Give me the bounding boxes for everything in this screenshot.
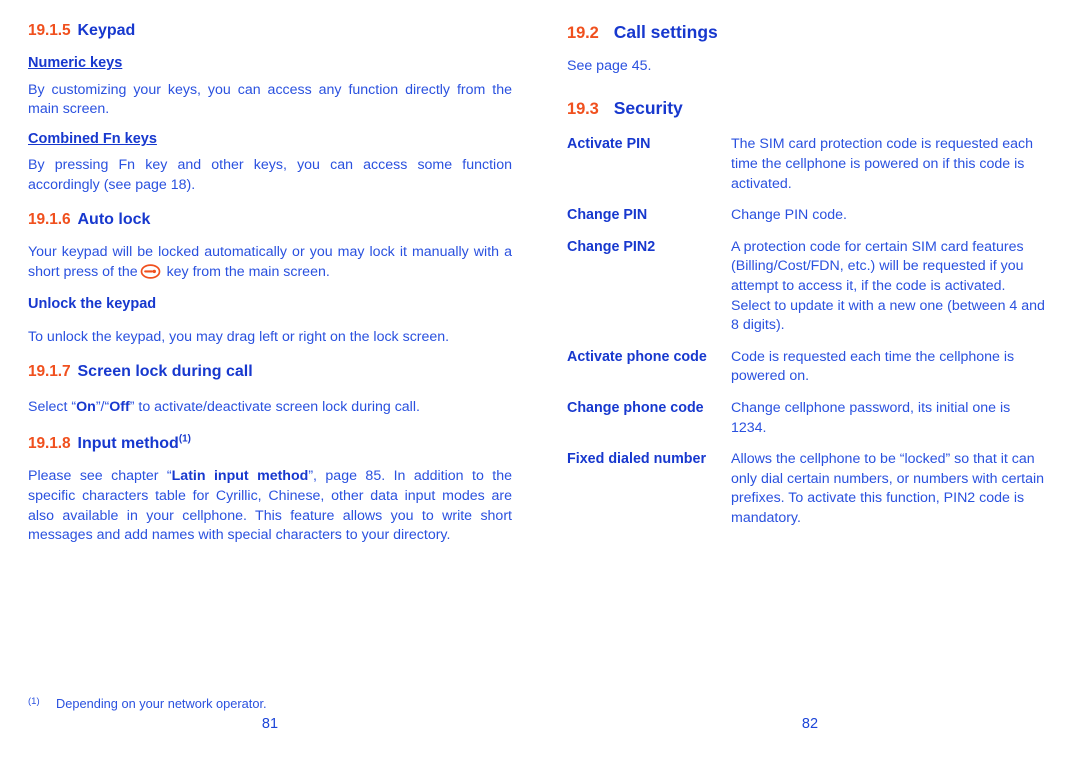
section-19-1-5: 19.1.5 Keypad Numeric keys By customizing… (28, 22, 512, 196)
table-row: Change PIN2 A protection code for certai… (567, 238, 1047, 348)
subheading-unlock-the-keypad: Unlock the keypad (28, 296, 157, 313)
section-19-3: 19.3 Security Activate PIN The SIM card p… (567, 98, 1047, 541)
section-title: Auto lock (77, 210, 151, 228)
paragraph-call-settings: See page 45. (567, 58, 652, 75)
paragraph-numeric-keys: By customizing your keys, you can access… (28, 81, 512, 118)
section-19-2: 19.2 Call settings See page 45. (567, 22, 1047, 77)
definition-term: Change PIN2 (567, 238, 656, 255)
section-heading: 19.1.8 Input method(1) (28, 433, 512, 453)
section-title: Input method (77, 435, 179, 453)
definition-term: Fixed dialed number (567, 451, 707, 468)
lock-key-icon (140, 263, 161, 279)
footnote: (1) Depending on your network operator. (28, 696, 267, 711)
document-page: 19.1.5 Keypad Numeric keys By customizing… (0, 0, 1080, 767)
section-title: Security (613, 97, 683, 118)
definition-term: Activate PIN (567, 136, 651, 153)
text-seg-latin-input-method: Latin input method (171, 468, 309, 485)
section-19-1-8: 19.1.8 Input method(1) Please see chapter… (28, 433, 512, 546)
section-number: 19.1.5 (28, 22, 71, 39)
table-row: Activate PIN The SIM card protection cod… (567, 135, 1047, 206)
paragraph-screen-lock: Select “On”/“Off” to activate/deactivate… (28, 398, 512, 418)
text-seg: ”/“ (95, 398, 110, 415)
text-seg: Select “ (28, 398, 77, 415)
section-title: Keypad (77, 22, 136, 39)
paragraph-combined-fn-keys: By pressing Fn key and other keys, you c… (28, 157, 512, 193)
section-number: 19.1.6 (28, 210, 71, 228)
section-title: Screen lock during call (77, 363, 253, 381)
section-heading: 19.1.7 Screen lock during call (28, 363, 512, 381)
section-heading: 19.1.6 Auto lock (28, 211, 512, 229)
definition-description: Change cellphone password, its initial o… (731, 400, 1011, 436)
text-seg: Please see chapter “ (28, 468, 172, 485)
footnote-text: Depending on your network operator. (56, 696, 267, 711)
subheading-combined-fn-keys: Combined Fn keys (28, 130, 157, 147)
paragraph-input-method: Please see chapter “Latin input method”,… (28, 467, 512, 545)
footnote-marker: (1) (178, 433, 191, 445)
definition-term: Change PIN (567, 207, 648, 224)
section-19-1-6: 19.1.6 Auto lock Your keypad will be lock… (28, 211, 512, 348)
page-number-left: 81 (261, 716, 279, 732)
security-definition-table: Activate PIN The SIM card protection cod… (567, 135, 1047, 540)
subheading-numeric-keys: Numeric keys (28, 55, 123, 72)
footnote-marker: (1) (28, 696, 40, 707)
definition-term: Change phone code (567, 400, 704, 417)
section-number: 19.2 (567, 24, 599, 42)
section-heading: 19.3 Security (567, 98, 1047, 119)
table-row: Activate phone code Code is requested ea… (567, 348, 1047, 399)
table-row: Change phone code Change cellphone passw… (567, 399, 1047, 450)
right-page-column: 19.2 Call settings See page 45. 19.3 Secur… (567, 0, 1047, 541)
definition-description: Allows the cellphone to be “locked” so t… (731, 451, 1045, 526)
section-number: 19.1.8 (28, 435, 71, 453)
text-seg: ” to activate/deactivate screen lock dur… (129, 398, 420, 415)
paragraph-auto-lock: Your keypad will be locked automatically… (28, 243, 512, 282)
definition-description: Code is requested each time the cellphon… (731, 348, 1015, 385)
section-19-1-7: 19.1.7 Screen lock during call Select “On… (28, 363, 512, 417)
section-title: Call settings (613, 22, 718, 42)
paragraph-auto-lock-after: key from the main screen. (166, 263, 330, 280)
definition-description: The SIM card protection code is requeste… (731, 136, 1034, 192)
table-row: Fixed dialed number Allows the cellphone… (567, 450, 1047, 540)
definition-description: Change PIN code. (731, 207, 847, 224)
paragraph-unlock-the-keypad: To unlock the keypad, you may drag left … (28, 328, 450, 345)
definition-description: A protection code for certain SIM card f… (731, 238, 1045, 334)
section-number: 19.1.7 (28, 363, 71, 381)
page-number-right: 82 (801, 716, 819, 732)
definition-term: Activate phone code (567, 348, 707, 365)
left-page-column: 19.1.5 Keypad Numeric keys By customizing… (28, 0, 512, 546)
section-heading: 19.1.5 Keypad (28, 22, 512, 40)
section-number: 19.3 (567, 99, 599, 118)
text-seg-off: Off (109, 398, 130, 415)
table-row: Change PIN Change PIN code. (567, 206, 1047, 238)
section-heading: 19.2 Call settings (567, 22, 1047, 43)
text-seg-on: On (76, 398, 96, 415)
